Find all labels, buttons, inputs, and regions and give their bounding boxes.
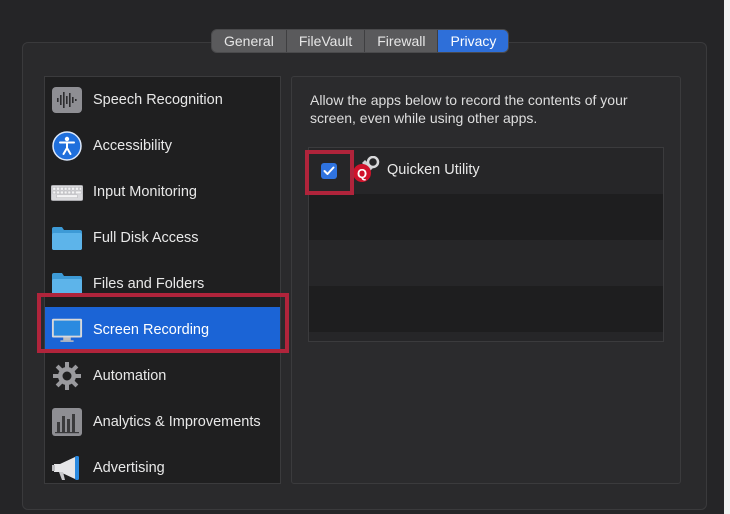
display-icon: [51, 314, 83, 346]
sidebar-item-label: Full Disk Access: [93, 230, 199, 246]
sidebar-item-advertising[interactable]: Advertising: [45, 445, 280, 491]
folder-icon: [51, 222, 83, 254]
tab-privacy[interactable]: Privacy: [438, 30, 509, 52]
permission-description: Allow the apps below to record the conte…: [310, 92, 628, 126]
quicken-utility-icon: Q: [351, 155, 381, 186]
keyboard-icon: [51, 176, 83, 208]
accessibility-icon: [51, 130, 83, 162]
sidebar-item-analytics-improvements[interactable]: Analytics & Improvements: [45, 399, 280, 445]
sidebar-item-automation[interactable]: Automation: [45, 353, 280, 399]
tab-filevault[interactable]: FileVault: [287, 30, 366, 52]
app-checkbox[interactable]: [321, 163, 337, 179]
sidebar-item-input-monitoring[interactable]: Input Monitoring: [45, 169, 280, 215]
app-row-quicken-utility[interactable]: Q Quicken Utility: [309, 148, 663, 194]
sidebar-item-screen-recording[interactable]: Screen Recording: [45, 307, 280, 353]
sidebar-item-label: Screen Recording: [93, 322, 210, 338]
list-row-empty: [309, 286, 663, 332]
tab-general[interactable]: General: [212, 30, 287, 52]
gear-icon: [51, 360, 83, 392]
sidebar-item-accessibility[interactable]: Accessibility: [45, 123, 280, 169]
sidebar-item-files-and-folders[interactable]: Files and Folders: [45, 261, 280, 307]
svg-text:Q: Q: [357, 166, 367, 181]
window-edge: [724, 0, 730, 514]
checkmark-icon: [323, 166, 335, 175]
tab-firewall[interactable]: Firewall: [365, 30, 439, 52]
sidebar-item-label: Automation: [93, 368, 167, 384]
sidebar-item-label: Advertising: [93, 460, 165, 476]
sidebar-item-label: Input Monitoring: [93, 184, 197, 200]
tab-bar: General FileVault Firewall Privacy: [212, 30, 509, 52]
app-name: Quicken Utility: [387, 162, 480, 178]
privacy-category-list: Speech Recognition Accessibility Input M…: [44, 76, 281, 484]
screen-recording-pane: Allow the apps below to record the conte…: [291, 76, 681, 484]
list-row-empty: [309, 332, 663, 341]
sidebar-item-label: Speech Recognition: [93, 92, 223, 108]
sidebar-item-label: Accessibility: [93, 138, 172, 154]
bar-chart-icon: [51, 406, 83, 438]
sidebar-item-label: Files and Folders: [93, 276, 205, 292]
app-list: Q Quicken Utility: [308, 147, 664, 342]
folder-icon: [51, 268, 83, 300]
list-row-empty: [309, 240, 663, 286]
sidebar-item-label: Analytics & Improvements: [93, 414, 261, 430]
list-row-empty: [309, 194, 663, 240]
sidebar-item-full-disk-access[interactable]: Full Disk Access: [45, 215, 280, 261]
waveform-icon: [51, 84, 83, 116]
sidebar-item-speech-recognition[interactable]: Speech Recognition: [45, 77, 280, 123]
megaphone-icon: [51, 452, 83, 484]
